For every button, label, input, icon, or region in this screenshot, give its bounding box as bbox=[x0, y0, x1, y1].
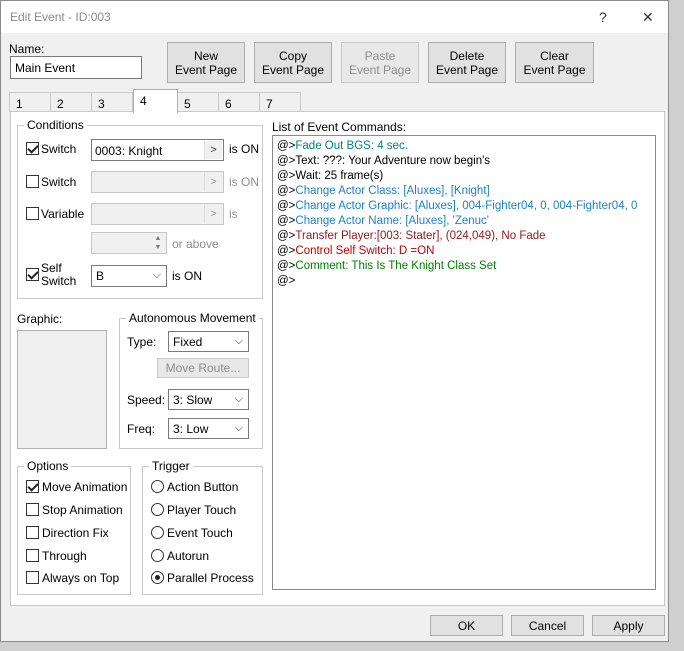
conditions-title: Conditions bbox=[24, 118, 87, 132]
tab-page-3[interactable]: 3 bbox=[91, 92, 133, 112]
switch1-field[interactable]: 0003: Knight > bbox=[91, 139, 224, 161]
options-title: Options bbox=[24, 459, 72, 473]
freq-label: Freq: bbox=[127, 422, 156, 436]
paste-event-page-button[interactable]: Paste Event Page bbox=[341, 42, 419, 83]
always-on-top-label: Always on Top bbox=[42, 571, 120, 585]
variable-value-spinner[interactable]: ▲ ▼ bbox=[91, 232, 167, 254]
ok-button[interactable]: OK bbox=[430, 615, 503, 636]
chevron-right-icon[interactable]: > bbox=[204, 205, 222, 223]
event-commands-list[interactable]: @>Fade Out BGS: 4 sec. @>Text: ???: Your… bbox=[272, 135, 656, 590]
variable-field[interactable]: > bbox=[91, 203, 224, 225]
movement-freq-value: 3: Low bbox=[173, 422, 209, 436]
close-icon[interactable]: ✕ bbox=[642, 9, 654, 26]
graphic-preview[interactable] bbox=[17, 330, 107, 449]
event-touch-radio[interactable] bbox=[151, 526, 164, 539]
title-bar: Edit Event - ID:003 ? ✕ bbox=[1, 1, 668, 33]
through-checkbox[interactable] bbox=[26, 549, 39, 562]
new-event-page-button[interactable]: New Event Page bbox=[167, 42, 245, 83]
through-label: Through bbox=[42, 549, 87, 563]
name-label: Name: bbox=[9, 42, 45, 56]
chevron-down-icon: ⌵ bbox=[234, 393, 243, 405]
command-row[interactable]: @> bbox=[277, 274, 651, 289]
clear-event-page-button[interactable]: Clear Event Page bbox=[515, 42, 594, 83]
tab-page-7[interactable]: 7 bbox=[259, 92, 301, 112]
edit-event-window: Edit Event - ID:003 ? ✕ Name: New Event … bbox=[0, 0, 669, 642]
move-animation-label: Move Animation bbox=[42, 480, 128, 494]
help-icon[interactable]: ? bbox=[599, 9, 607, 25]
delete-event-page-button[interactable]: Delete Event Page bbox=[428, 42, 506, 83]
tab-page-6[interactable]: 6 bbox=[218, 92, 260, 112]
direction-fix-checkbox[interactable] bbox=[26, 526, 39, 539]
trigger-title: Trigger bbox=[149, 459, 193, 473]
move-route-button[interactable]: Move Route... bbox=[157, 358, 249, 378]
variable-suffix: is bbox=[229, 207, 238, 221]
switch2-field[interactable]: > bbox=[91, 171, 224, 193]
action-button-radio[interactable] bbox=[151, 480, 164, 493]
tab-page-5[interactable]: 5 bbox=[177, 92, 219, 112]
player-touch-radio[interactable] bbox=[151, 503, 164, 516]
command-row[interactable]: @>Change Actor Class: [Aluxes], [Knight] bbox=[277, 184, 651, 199]
variable-label: Variable bbox=[41, 207, 85, 221]
autorun-radio[interactable] bbox=[151, 549, 164, 562]
move-animation-checkbox[interactable] bbox=[26, 480, 39, 493]
variable-checkbox[interactable] bbox=[26, 207, 39, 220]
command-row[interactable]: @>Wait: 25 frame(s) bbox=[277, 169, 651, 184]
command-row[interactable]: @>Comment: This Is The Knight Class Set bbox=[277, 259, 651, 274]
tab-page-4[interactable]: 4 bbox=[133, 89, 178, 113]
variable-or-above-label: or above bbox=[172, 237, 219, 251]
direction-fix-label: Direction Fix bbox=[42, 526, 109, 540]
self-switch-checkbox[interactable] bbox=[26, 268, 39, 281]
stop-animation-label: Stop Animation bbox=[42, 503, 123, 517]
autonomous-title: Autonomous Movement bbox=[126, 311, 259, 325]
autorun-label: Autorun bbox=[167, 549, 210, 563]
command-row[interactable]: @>Fade Out BGS: 4 sec. bbox=[277, 139, 651, 154]
switch2-suffix: is ON bbox=[229, 175, 259, 189]
commands-label: List of Event Commands: bbox=[272, 120, 407, 134]
event-touch-label: Event Touch bbox=[167, 526, 233, 540]
switch1-checkbox[interactable] bbox=[26, 142, 39, 155]
chevron-right-icon[interactable]: > bbox=[204, 173, 222, 191]
type-label: Type: bbox=[127, 335, 157, 349]
command-row[interactable]: @>Transfer Player:[003: Stater], (024,04… bbox=[277, 229, 651, 244]
tab-page-1[interactable]: 1 bbox=[9, 92, 51, 112]
window-title: Edit Event - ID:003 bbox=[10, 10, 111, 24]
movement-speed-value: 3: Slow bbox=[173, 393, 213, 407]
self-switch-label: Self Switch bbox=[41, 261, 77, 288]
name-input[interactable] bbox=[10, 56, 142, 79]
chevron-down-icon: ⌵ bbox=[234, 335, 243, 347]
switch1-label: Switch bbox=[41, 142, 77, 156]
self-switch-suffix: is ON bbox=[172, 269, 202, 283]
parallel-process-label: Parallel Process bbox=[167, 571, 254, 585]
command-row[interactable]: @>Text: ???: Your Adventure now begin's bbox=[277, 154, 651, 169]
spinner-arrows-icon[interactable]: ▲ ▼ bbox=[151, 234, 165, 252]
switch2-checkbox[interactable] bbox=[26, 175, 39, 188]
command-row[interactable]: @>Change Actor Name: [Aluxes], 'Zenuc' bbox=[277, 214, 651, 229]
command-row[interactable]: @>Change Actor Graphic: [Aluxes], 004-Fi… bbox=[277, 199, 651, 214]
movement-freq-select[interactable]: 3: Low ⌵ bbox=[168, 418, 249, 439]
speed-label: Speed: bbox=[127, 393, 166, 407]
command-row[interactable]: @>Control Self Switch: D =ON bbox=[277, 244, 651, 259]
chevron-down-icon: ⌵ bbox=[152, 269, 161, 281]
stop-animation-checkbox[interactable] bbox=[26, 503, 39, 516]
copy-event-page-button[interactable]: Copy Event Page bbox=[254, 42, 332, 83]
tab-page-2[interactable]: 2 bbox=[50, 92, 92, 112]
chevron-down-icon: ⌵ bbox=[234, 422, 243, 434]
player-touch-label: Player Touch bbox=[167, 503, 237, 517]
action-button-label: Action Button bbox=[167, 480, 239, 494]
graphic-label: Graphic: bbox=[17, 312, 63, 326]
always-on-top-checkbox[interactable] bbox=[26, 571, 39, 584]
parallel-process-radio[interactable] bbox=[151, 571, 164, 584]
switch1-suffix: is ON bbox=[229, 142, 259, 156]
self-switch-select[interactable]: B ⌵ bbox=[91, 265, 167, 287]
self-switch-value: B bbox=[96, 269, 105, 283]
apply-button[interactable]: Apply bbox=[592, 615, 665, 636]
switch2-label: Switch bbox=[41, 175, 77, 189]
movement-type-value: Fixed bbox=[173, 335, 203, 349]
switch1-value: 0003: Knight bbox=[95, 144, 163, 158]
chevron-right-icon[interactable]: > bbox=[204, 141, 222, 159]
movement-speed-select[interactable]: 3: Slow ⌵ bbox=[168, 389, 249, 410]
movement-type-select[interactable]: Fixed ⌵ bbox=[168, 331, 249, 352]
cancel-button[interactable]: Cancel bbox=[511, 615, 584, 636]
